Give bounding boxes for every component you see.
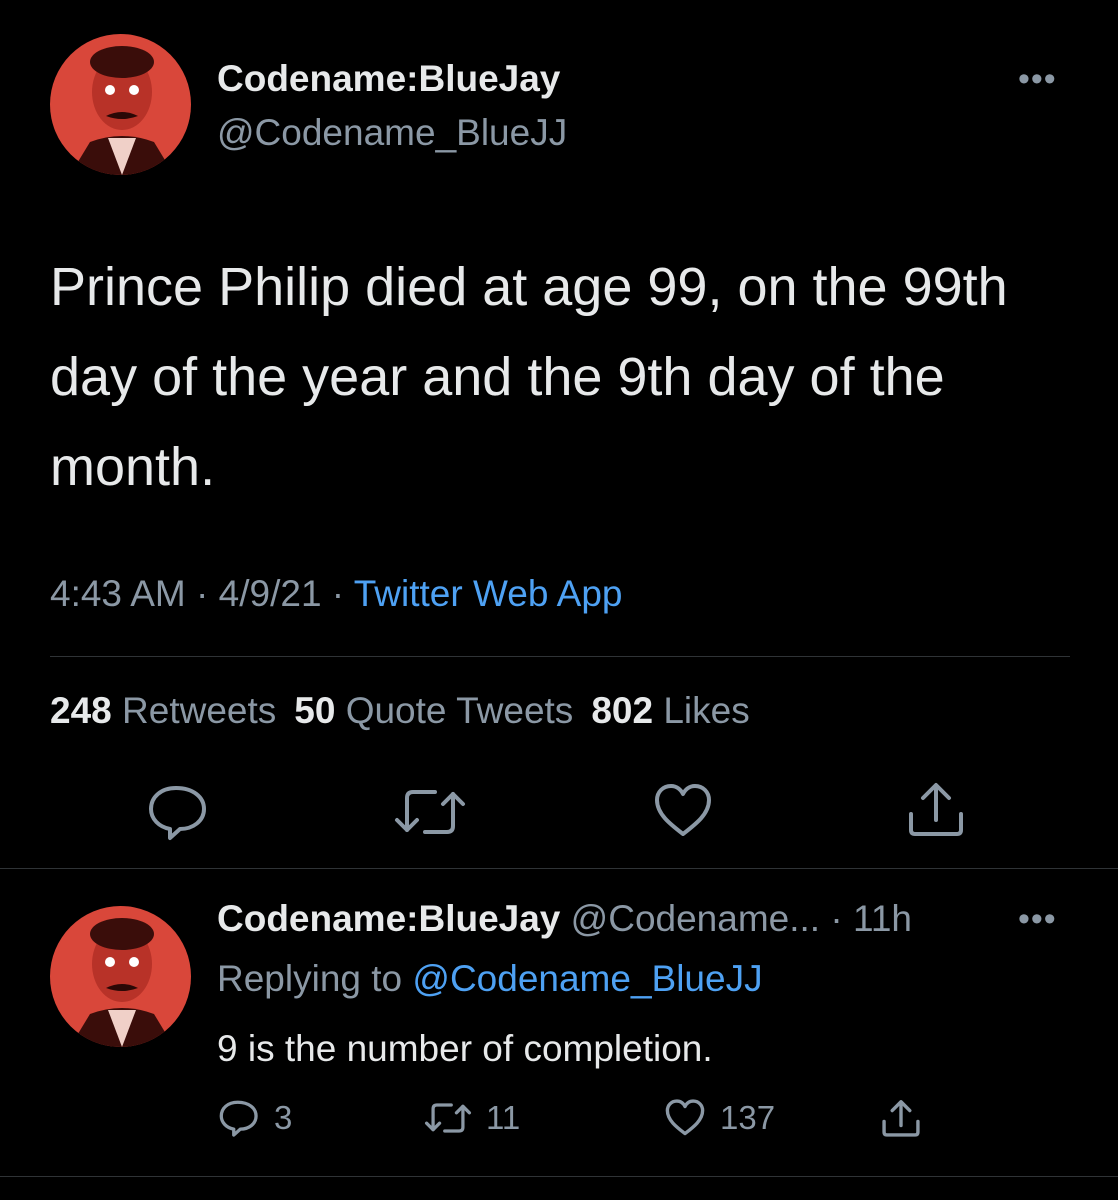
retweet-button[interactable]: 11 bbox=[424, 1098, 520, 1138]
quotes-count: 50 bbox=[294, 690, 336, 731]
meta-separator: · bbox=[820, 898, 853, 939]
reply-age[interactable]: 11h bbox=[853, 898, 912, 939]
meta-separator: · bbox=[321, 573, 354, 614]
tweet-stats: 248 Retweets 50 Quote Tweets 802 Likes bbox=[50, 690, 750, 732]
reply-button[interactable]: 3 bbox=[218, 1098, 292, 1138]
retweets-label: Retweets bbox=[122, 690, 277, 731]
user-handle[interactable]: @Codename... bbox=[571, 898, 820, 939]
tweet-source-link[interactable]: Twitter Web App bbox=[354, 573, 623, 614]
display-name[interactable]: Codename:BlueJay bbox=[217, 898, 560, 939]
replying-prefix: Replying to bbox=[217, 958, 413, 999]
tweet-text: Prince Philip died at age 99, on the 99t… bbox=[50, 257, 1008, 497]
retweets-count: 248 bbox=[50, 690, 112, 731]
replying-to: Replying to @Codename_BlueJJ bbox=[217, 958, 763, 1000]
reply-count: 3 bbox=[274, 1099, 293, 1136]
divider bbox=[50, 656, 1070, 657]
display-name[interactable]: Codename:BlueJay bbox=[217, 58, 560, 100]
avatar-image bbox=[50, 34, 191, 175]
like-icon bbox=[665, 1099, 705, 1136]
quotes-stat[interactable]: 50 Quote Tweets bbox=[294, 690, 573, 731]
like-icon[interactable] bbox=[652, 782, 714, 840]
share-icon[interactable] bbox=[905, 780, 967, 838]
divider bbox=[0, 1176, 1118, 1177]
more-dots-icon[interactable]: ••• bbox=[1018, 62, 1057, 96]
reply-icon bbox=[219, 1100, 258, 1137]
avatar[interactable] bbox=[50, 34, 191, 175]
replying-to-handle[interactable]: @Codename_BlueJJ bbox=[412, 958, 762, 999]
meta-separator: · bbox=[185, 573, 219, 614]
retweet-icon bbox=[424, 1103, 472, 1133]
quotes-label: Quote Tweets bbox=[345, 690, 574, 731]
divider bbox=[0, 868, 1118, 869]
share-button[interactable] bbox=[880, 1098, 922, 1138]
tweet-time: 4:43 AM bbox=[50, 573, 186, 614]
tweet-date[interactable]: 4/9/21 bbox=[219, 573, 322, 614]
retweets-stat[interactable]: 248 Retweets bbox=[50, 690, 276, 731]
tweet-detail-page: Codename:BlueJay @Codename_BlueJJ ••• Pr… bbox=[0, 0, 1118, 1200]
avatar[interactable] bbox=[50, 906, 191, 1047]
more-dots-icon[interactable]: ••• bbox=[1018, 902, 1057, 936]
retweet-icon[interactable] bbox=[393, 782, 467, 842]
likes-label: Likes bbox=[663, 690, 750, 731]
user-handle[interactable]: @Codename_BlueJJ bbox=[217, 112, 567, 154]
like-count: 137 bbox=[720, 1099, 776, 1136]
avatar-image bbox=[50, 906, 191, 1047]
retweet-count: 11 bbox=[486, 1099, 521, 1136]
reply-header: Codename:BlueJay @Codename... · 11h bbox=[217, 898, 912, 940]
tweet-meta: 4:43 AM · 4/9/21 · Twitter Web App bbox=[50, 573, 622, 615]
reply-icon[interactable] bbox=[146, 782, 210, 842]
reply-text: 9 is the number of completion. bbox=[217, 1028, 713, 1069]
like-button[interactable]: 137 bbox=[664, 1098, 775, 1138]
likes-count: 802 bbox=[591, 690, 654, 731]
likes-stat[interactable]: 802 Likes bbox=[591, 690, 749, 731]
share-icon bbox=[882, 1100, 920, 1137]
